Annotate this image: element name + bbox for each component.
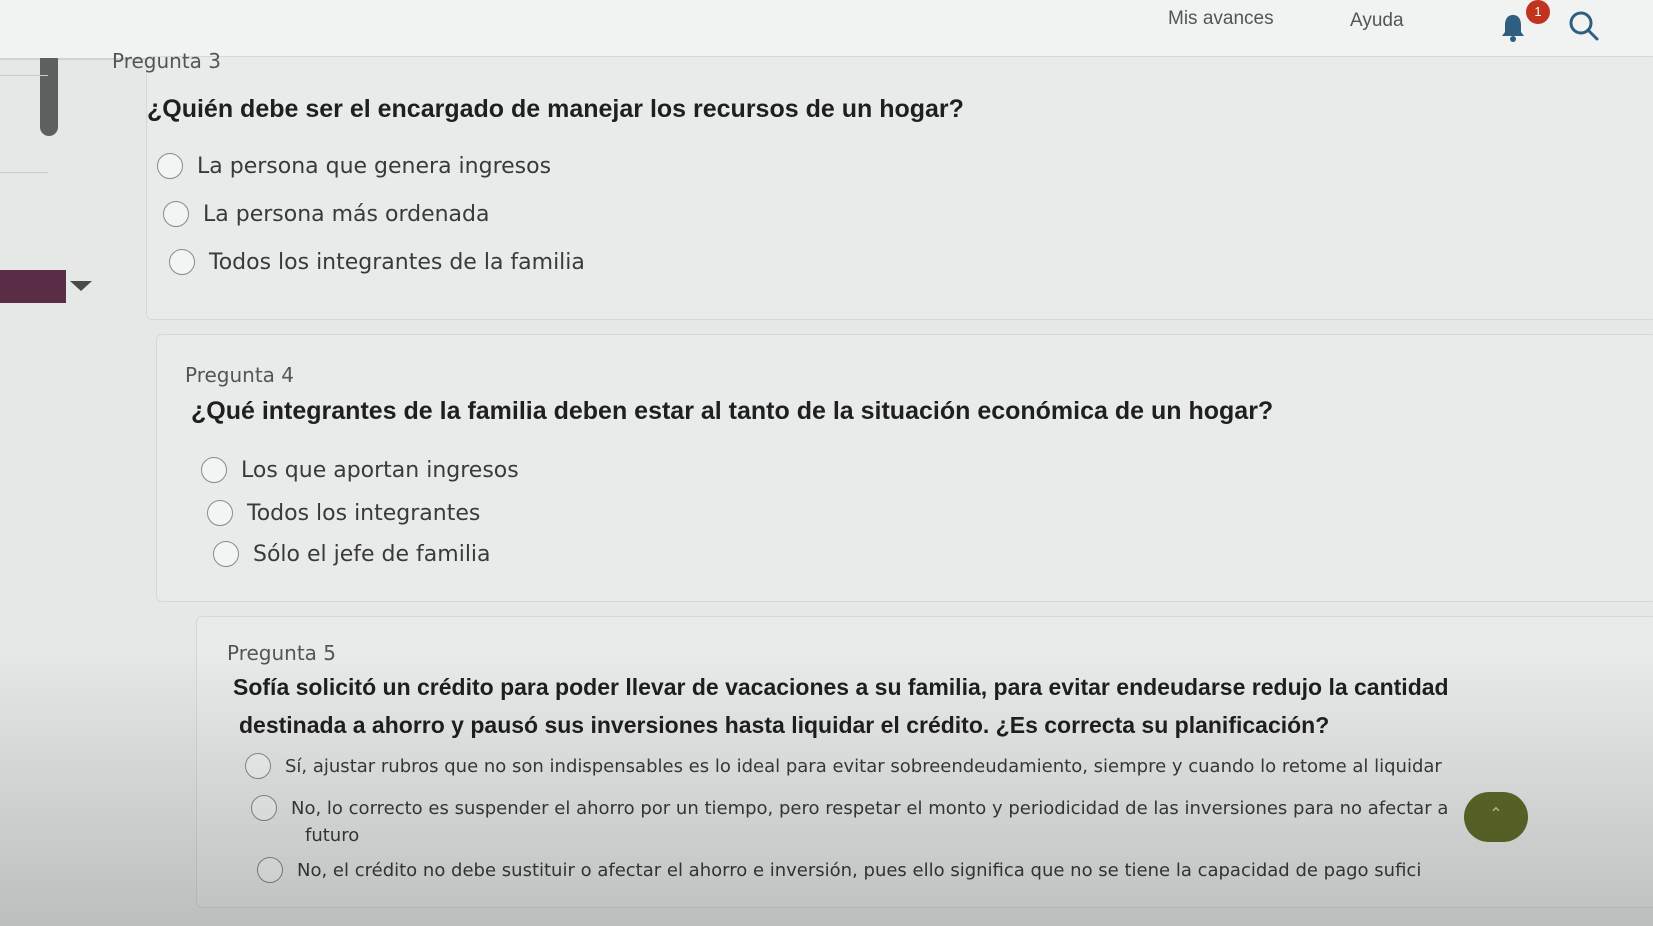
question-card-3: Pregunta 3 ¿Quién debe ser el encargado … — [112, 49, 1653, 320]
option-label: La persona que genera ingresos — [197, 153, 552, 179]
nav-link-help[interactable]: Ayuda — [1350, 10, 1404, 32]
answer-option[interactable]: No, lo correcto es suspender el ahorro p… — [251, 795, 1448, 821]
radio-button[interactable] — [163, 201, 189, 227]
radio-button[interactable] — [245, 753, 271, 779]
radio-button[interactable] — [213, 541, 239, 567]
answer-option[interactable]: Sí, ajustar rubros que no son indispensa… — [245, 753, 1442, 779]
answer-option[interactable]: Todos los integrantes — [207, 500, 480, 526]
answer-option[interactable]: No, el crédito no debe sustituir o afect… — [257, 857, 1421, 883]
top-navigation-bar: Mis avances Ayuda 1 — [0, 0, 1653, 60]
divider — [0, 75, 48, 76]
scrollbar-handle[interactable] — [40, 58, 58, 136]
answer-option[interactable]: La persona que genera ingresos — [157, 153, 551, 179]
radio-button[interactable] — [201, 457, 227, 483]
radio-button[interactable] — [257, 857, 283, 883]
option-label: No, el crédito no debe sustituir o afect… — [297, 859, 1422, 881]
question-number: Pregunta 3 — [112, 49, 222, 73]
option-label: Todos los integrantes — [247, 500, 481, 526]
question-text: ¿Qué integrantes de la familia deben est… — [191, 397, 1274, 425]
chevron-down-icon[interactable] — [70, 281, 92, 291]
radio-button[interactable] — [251, 795, 277, 821]
option-label: No, lo correcto es suspender el ahorro p… — [291, 797, 1449, 819]
left-sidebar — [0, 58, 140, 926]
option-label: Los que aportan ingresos — [241, 457, 519, 483]
option-label-continued: futuro — [305, 825, 360, 846]
question-number: Pregunta 5 — [227, 641, 337, 665]
answer-option[interactable]: Los que aportan ingresos — [201, 457, 519, 483]
notification-badge: 1 — [1526, 0, 1550, 24]
divider — [0, 172, 48, 173]
answer-option[interactable]: Sólo el jefe de familia — [213, 541, 491, 567]
chevron-up-icon: ⌃ — [1489, 804, 1503, 823]
question-text-line1: Sofía solicitó un crédito para poder lle… — [233, 674, 1449, 700]
option-label: Todos los integrantes de la familia — [209, 249, 585, 275]
sidebar-accent-block[interactable] — [0, 270, 66, 303]
option-label: Sí, ajustar rubros que no son indispensa… — [285, 755, 1442, 777]
question-text: ¿Quién debe ser el encargado de manejar … — [147, 95, 964, 123]
search-icon[interactable] — [1568, 10, 1600, 42]
radio-button[interactable] — [207, 500, 233, 526]
answer-option[interactable]: Todos los integrantes de la familia — [169, 249, 585, 275]
radio-button[interactable] — [157, 153, 183, 179]
question-card-4: Pregunta 4 ¿Qué integrantes de la famili… — [156, 334, 1653, 602]
option-label: Sólo el jefe de familia — [253, 541, 491, 567]
bell-icon[interactable] — [1500, 12, 1526, 42]
scroll-to-top-button[interactable]: ⌃ — [1464, 792, 1528, 842]
question-text-line2: destinada a ahorro y pausó sus inversion… — [239, 712, 1330, 738]
question-card-5: Pregunta 5 Sofía solicitó un crédito par… — [196, 616, 1653, 908]
question-number: Pregunta 4 — [185, 363, 295, 387]
option-label: La persona más ordenada — [203, 201, 490, 227]
nav-link-progress[interactable]: Mis avances — [1168, 8, 1274, 30]
answer-option[interactable]: La persona más ordenada — [163, 201, 489, 227]
radio-button[interactable] — [169, 249, 195, 275]
